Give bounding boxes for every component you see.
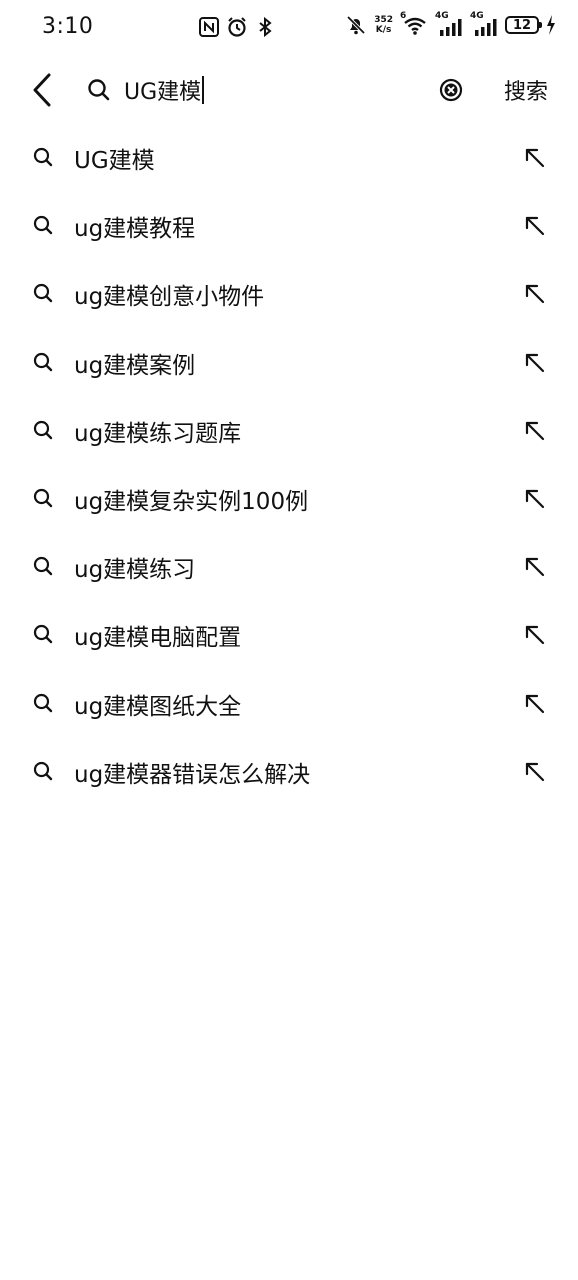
status-bar: 3:10 352 K/s 6 4G 4G 12 <box>0 0 578 56</box>
suggestion-item-3[interactable]: ug建模创意小物件 <box>0 260 578 328</box>
clear-icon[interactable] <box>438 77 464 103</box>
wifi-indicator: 6 <box>400 11 428 36</box>
battery-level: 12 <box>512 17 532 33</box>
search-icon <box>33 693 53 712</box>
search-icon <box>33 216 53 235</box>
suggestion-label: ug建模练习 <box>74 557 196 584</box>
sim2-indicator: 4G <box>470 11 498 36</box>
suggestion-label: ug建模创意小物件 <box>74 284 265 311</box>
fill-query-arrow-icon[interactable] <box>522 281 548 307</box>
suggestion-label: UG建模 <box>74 148 155 175</box>
fill-query-arrow-icon[interactable] <box>522 622 548 648</box>
status-right-icons: 352 K/s 6 4G 4G 12 <box>345 11 556 36</box>
signal-icon <box>475 19 497 36</box>
back-button[interactable] <box>22 70 62 110</box>
search-box[interactable]: UG建模 <box>78 66 478 114</box>
fill-query-arrow-icon[interactable] <box>522 350 548 376</box>
search-submit-button[interactable]: 搜索 <box>504 74 548 106</box>
back-arrow-icon <box>33 73 51 107</box>
wifi-icon <box>404 17 426 35</box>
suggestion-item-6[interactable]: ug建模复杂实例100例 <box>0 465 578 533</box>
suggestion-item-1[interactable]: UG建模 <box>0 124 578 192</box>
charging-icon <box>547 15 555 35</box>
suggestion-label: ug建模复杂实例100例 <box>74 489 309 516</box>
suggestion-label: ug建模器错误怎么解决 <box>74 761 311 788</box>
bluetooth-icon <box>259 16 272 38</box>
suggestion-label: ug建模教程 <box>74 216 196 243</box>
net-speed: 352 K/s <box>374 15 393 35</box>
search-icon <box>33 147 53 167</box>
fill-query-arrow-icon[interactable] <box>522 145 548 171</box>
fill-query-arrow-icon[interactable] <box>522 691 548 717</box>
suggestion-label: ug建模案例 <box>74 352 196 379</box>
suggestion-item-10[interactable]: ug建模器错误怎么解决 <box>0 738 578 806</box>
alarm-icon <box>228 17 246 37</box>
suggestion-list: UG建模 ug建模教程 ug建模创意小物件 ug建模案例 ug建模练习题库 ug… <box>0 124 578 806</box>
nfc-icon <box>199 17 219 37</box>
search-header: UG建模 搜索 <box>0 60 578 120</box>
suggestion-label: ug建模图纸大全 <box>74 693 242 720</box>
search-input[interactable]: UG建模 <box>124 74 205 106</box>
fill-query-arrow-icon[interactable] <box>522 759 548 785</box>
fill-query-arrow-icon[interactable] <box>522 486 548 512</box>
battery-icon: 12 <box>505 16 542 34</box>
search-input-value: UG建模 <box>124 80 202 105</box>
sim1-indicator: 4G <box>435 11 463 36</box>
search-icon <box>33 625 53 644</box>
mute-bell-icon <box>346 15 366 35</box>
search-icon <box>33 761 53 780</box>
search-icon <box>33 488 53 508</box>
search-icon <box>33 557 53 576</box>
search-icon <box>33 284 53 303</box>
net-speed-value: 352 <box>374 15 393 25</box>
suggestion-item-2[interactable]: ug建模教程 <box>0 192 578 260</box>
suggestion-item-7[interactable]: ug建模练习 <box>0 533 578 601</box>
signal-icon <box>440 19 462 36</box>
fill-query-arrow-icon[interactable] <box>522 554 548 580</box>
suggestion-item-4[interactable]: ug建模案例 <box>0 329 578 397</box>
search-icon <box>88 79 110 101</box>
suggestion-item-8[interactable]: ug建模电脑配置 <box>0 601 578 669</box>
suggestion-item-5[interactable]: ug建模练习题库 <box>0 397 578 465</box>
search-icon <box>33 352 53 371</box>
fill-query-arrow-icon[interactable] <box>522 418 548 444</box>
net-speed-unit: K/s <box>375 25 392 35</box>
status-left-icons <box>198 16 276 38</box>
suggestion-item-9[interactable]: ug建模图纸大全 <box>0 670 578 738</box>
text-caret <box>202 76 205 104</box>
suggestion-label: ug建模电脑配置 <box>74 625 242 652</box>
search-icon <box>33 420 53 440</box>
status-time: 3:10 <box>42 14 94 39</box>
fill-query-arrow-icon[interactable] <box>522 213 548 239</box>
suggestion-label: ug建模练习题库 <box>74 420 242 447</box>
